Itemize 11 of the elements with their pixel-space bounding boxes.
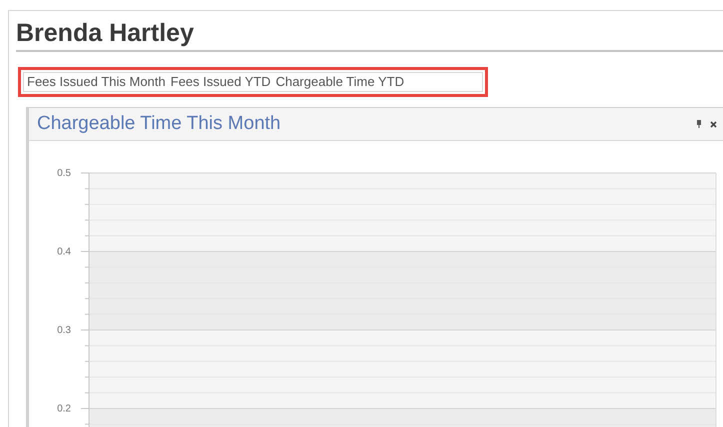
- tab[interactable]: Fees Issued This Month: [27, 74, 166, 90]
- panel-title: Chargeable Time This Month: [37, 112, 281, 136]
- tab[interactable]: Chargeable Time YTD: [276, 74, 404, 90]
- y-axis-label: 0.5: [57, 168, 71, 179]
- y-axis-label: 0.3: [57, 325, 71, 336]
- close-icon[interactable]: [710, 120, 717, 128]
- pin-icon[interactable]: [696, 120, 702, 128]
- page-title: Brenda Hartley: [16, 19, 195, 47]
- tab[interactable]: Fees Issued YTD: [170, 74, 271, 90]
- y-axis-label: 0.4: [57, 246, 71, 258]
- y-axis-label: 0.2: [57, 404, 71, 414]
